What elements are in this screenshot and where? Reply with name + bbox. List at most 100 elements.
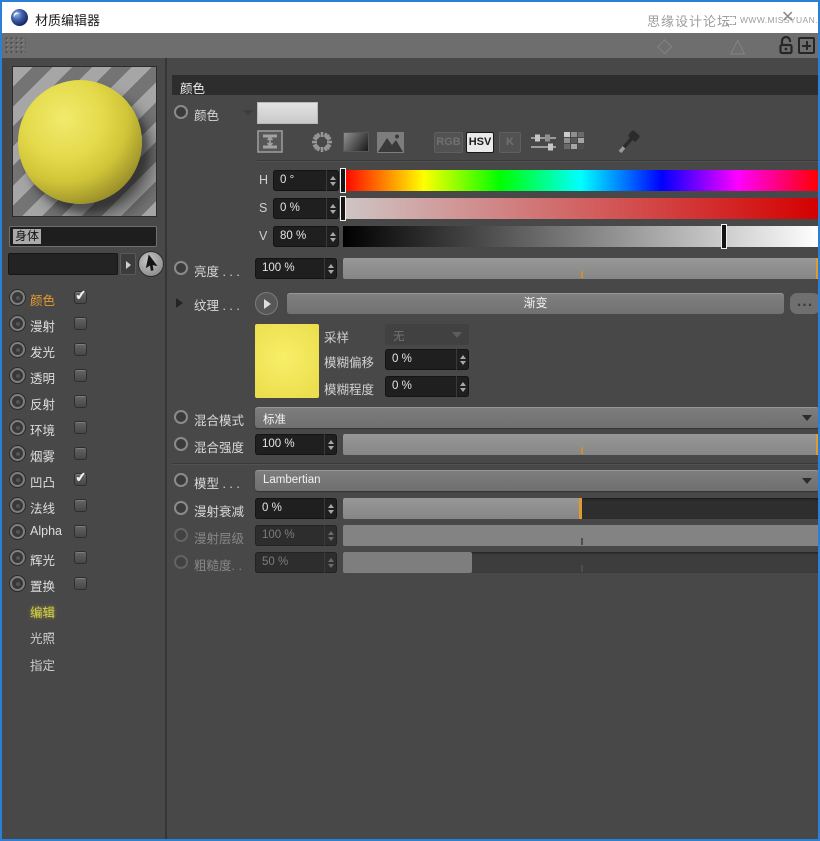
spinner[interactable] bbox=[324, 258, 337, 279]
channel-color[interactable]: 颜色 ✔ bbox=[2, 285, 165, 311]
channel-luminance[interactable]: 发光 bbox=[2, 337, 165, 363]
blur-scale-input[interactable]: 0 % bbox=[385, 376, 469, 397]
channel-checkbox[interactable]: ✔ bbox=[74, 286, 87, 304]
channel-checkbox[interactable] bbox=[74, 551, 87, 564]
value-slider[interactable] bbox=[343, 224, 818, 249]
channel-normal[interactable]: 法线 bbox=[2, 493, 165, 519]
expand-button[interactable] bbox=[120, 253, 136, 275]
pick-cursor-button[interactable] bbox=[138, 251, 164, 277]
spinner[interactable] bbox=[324, 434, 337, 455]
drag-handle-icon[interactable] bbox=[5, 37, 26, 53]
channel-bump[interactable]: 凹凸 ✔ bbox=[2, 467, 165, 493]
blur-offset-input[interactable]: 0 % bbox=[385, 349, 469, 370]
material-preview[interactable] bbox=[12, 66, 157, 217]
mixer-sliders-icon[interactable] bbox=[530, 132, 557, 157]
mix-strength-input[interactable]: 100 % bbox=[255, 434, 337, 455]
lock-icon[interactable] bbox=[777, 35, 795, 55]
channel-radio[interactable] bbox=[10, 576, 25, 591]
channel-fog[interactable]: 烟雾 bbox=[2, 441, 165, 467]
material-name-input[interactable]: 身体 bbox=[9, 226, 157, 247]
channel-checkbox[interactable] bbox=[74, 525, 87, 538]
slider-marker[interactable] bbox=[720, 224, 727, 249]
editor-content: 身体 颜色 ✔ 漫射 发光 透明 反射 环境 烟雾 凹凸 ✔ 法线 Alpha … bbox=[2, 58, 818, 839]
channel-radio[interactable] bbox=[10, 420, 25, 435]
channel-checkbox[interactable] bbox=[74, 317, 87, 330]
channel-diffusion[interactable]: 漫射 bbox=[2, 311, 165, 337]
compact-mode-icon[interactable] bbox=[257, 130, 283, 158]
tab-edit[interactable]: 编辑 bbox=[2, 599, 165, 621]
texture-shader-button[interactable]: 渐变 bbox=[287, 293, 784, 314]
saturation-slider[interactable] bbox=[340, 196, 818, 221]
spectrum-icon[interactable] bbox=[343, 132, 369, 152]
texture-preview-swatch[interactable] bbox=[255, 324, 319, 398]
sampling-dropdown[interactable]: 无 bbox=[385, 324, 469, 345]
animate-toggle[interactable] bbox=[174, 261, 188, 275]
texture-more-button[interactable]: ... bbox=[790, 293, 818, 314]
texture-popup-button[interactable] bbox=[255, 292, 278, 315]
mode-hsv-button[interactable]: HSV bbox=[466, 132, 494, 153]
diffuse-falloff-input[interactable]: 0 % bbox=[255, 498, 337, 519]
saturation-input[interactable]: 0 % bbox=[273, 198, 339, 219]
animate-toggle[interactable] bbox=[174, 501, 188, 515]
hue-slider[interactable] bbox=[340, 168, 818, 193]
channel-checkbox[interactable] bbox=[74, 421, 87, 434]
slider-marker[interactable] bbox=[340, 168, 346, 193]
spinner[interactable] bbox=[324, 498, 337, 519]
quick-input[interactable] bbox=[8, 253, 118, 275]
slider-marker[interactable] bbox=[340, 196, 346, 221]
channel-radio[interactable] bbox=[10, 342, 25, 357]
spinner[interactable] bbox=[326, 170, 339, 191]
channel-transparency[interactable]: 透明 bbox=[2, 363, 165, 389]
channel-radio[interactable] bbox=[10, 524, 25, 539]
channel-alpha[interactable]: Alpha bbox=[2, 519, 165, 545]
channel-radio[interactable] bbox=[10, 498, 25, 513]
brightness-input[interactable]: 100 % bbox=[255, 258, 337, 279]
channel-radio[interactable] bbox=[10, 446, 25, 461]
channel-reflection[interactable]: 反射 bbox=[2, 389, 165, 415]
spinner[interactable] bbox=[326, 198, 339, 219]
mix-mode-dropdown[interactable]: 标准 bbox=[255, 407, 818, 428]
channel-radio[interactable] bbox=[10, 316, 25, 331]
animate-toggle[interactable] bbox=[174, 437, 188, 451]
spinner[interactable] bbox=[456, 349, 469, 370]
swatches-grid-icon[interactable] bbox=[564, 132, 584, 149]
color-swatch[interactable] bbox=[257, 102, 318, 124]
color-wheel-icon[interactable] bbox=[310, 130, 334, 159]
brightness-slider[interactable] bbox=[343, 258, 818, 279]
channel-radio[interactable] bbox=[10, 368, 25, 383]
chevron-down-icon[interactable] bbox=[243, 110, 253, 116]
channel-checkbox[interactable] bbox=[74, 577, 87, 590]
channel-checkbox[interactable] bbox=[74, 499, 87, 512]
eyedropper-icon[interactable] bbox=[616, 130, 646, 160]
channel-checkbox[interactable]: ✔ bbox=[74, 468, 87, 486]
channel-radio[interactable] bbox=[10, 550, 25, 565]
mode-k-button[interactable]: K bbox=[499, 132, 521, 153]
mode-rgb-button[interactable]: RGB bbox=[434, 132, 463, 153]
animate-toggle[interactable] bbox=[174, 105, 188, 119]
expand-triangle-icon[interactable] bbox=[176, 298, 183, 308]
close-button[interactable]: ✕ bbox=[781, 7, 794, 27]
channel-glow[interactable]: 辉光 bbox=[2, 545, 165, 571]
animate-toggle[interactable] bbox=[174, 410, 188, 424]
value-input[interactable]: 80 % bbox=[273, 226, 339, 247]
channel-checkbox[interactable] bbox=[74, 447, 87, 460]
animate-toggle[interactable] bbox=[174, 473, 188, 487]
new-material-button[interactable] bbox=[798, 37, 815, 54]
tab-illumination[interactable]: 光照 bbox=[2, 625, 165, 647]
diffuse-falloff-slider[interactable] bbox=[343, 498, 818, 519]
channel-displacement[interactable]: 置换 bbox=[2, 571, 165, 597]
channel-checkbox[interactable] bbox=[74, 343, 87, 356]
spinner[interactable] bbox=[326, 226, 339, 247]
channel-radio[interactable] bbox=[10, 394, 25, 409]
hue-input[interactable]: 0 ° bbox=[273, 170, 339, 191]
tab-assign[interactable]: 指定 bbox=[2, 652, 165, 674]
channel-checkbox[interactable] bbox=[74, 395, 87, 408]
channel-checkbox[interactable] bbox=[74, 369, 87, 382]
image-picker-icon[interactable] bbox=[377, 132, 404, 158]
channel-radio[interactable] bbox=[10, 472, 25, 487]
mix-strength-slider[interactable] bbox=[343, 434, 818, 455]
model-dropdown[interactable]: Lambertian bbox=[255, 470, 818, 491]
channel-environment[interactable]: 环境 bbox=[2, 415, 165, 441]
channel-radio[interactable] bbox=[10, 290, 25, 305]
spinner[interactable] bbox=[456, 376, 469, 397]
